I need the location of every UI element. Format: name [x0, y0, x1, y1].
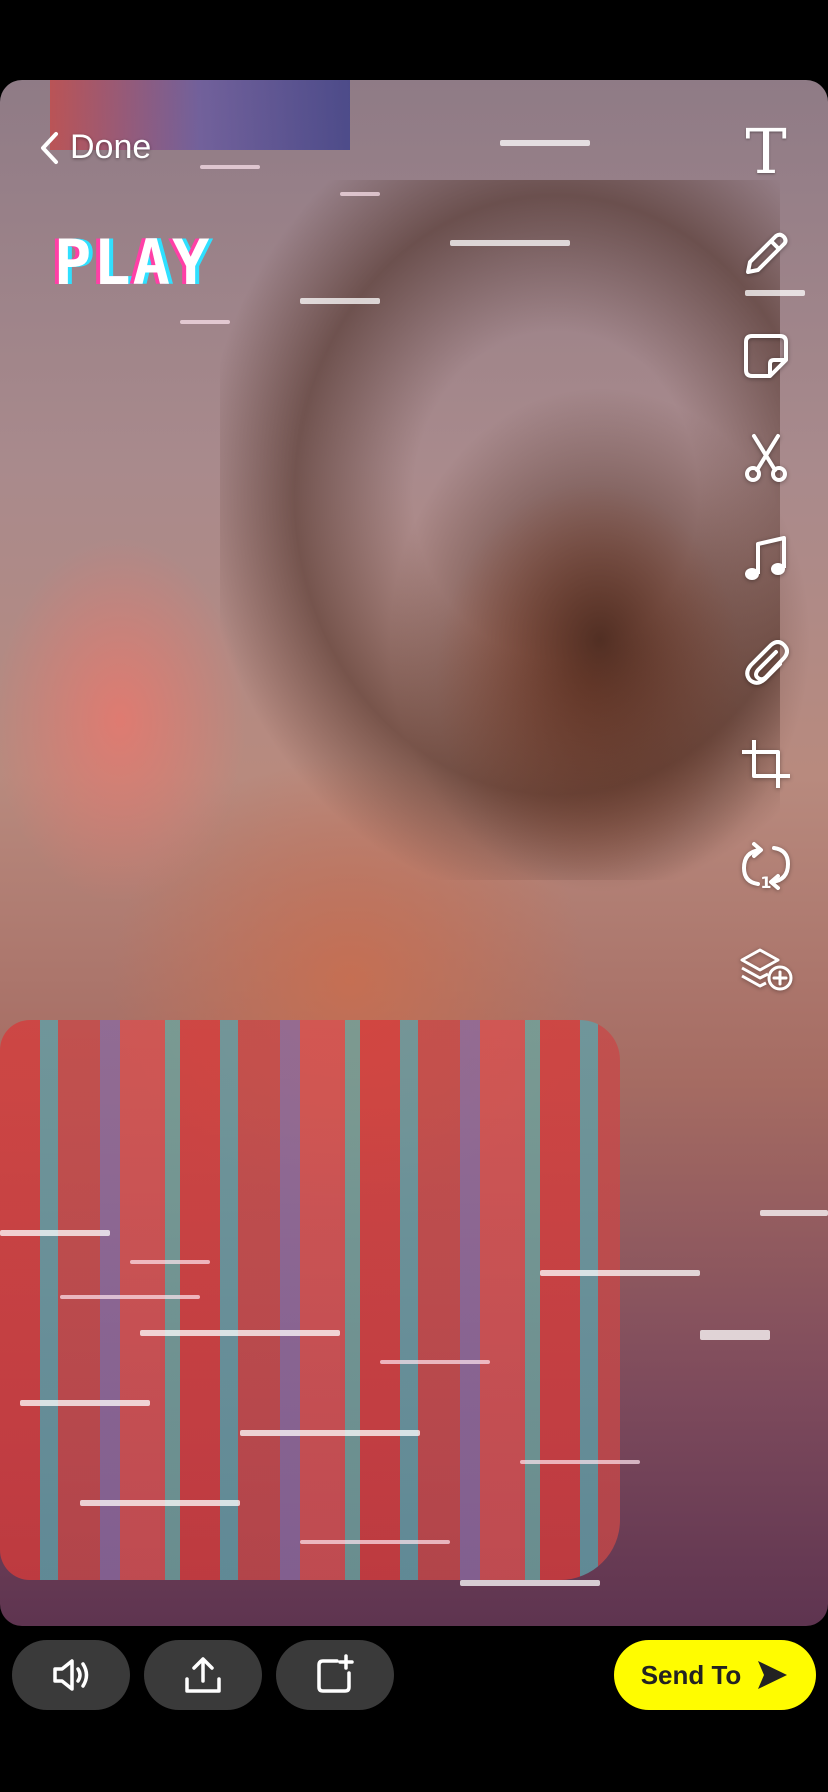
glitch-line: [80, 1500, 240, 1506]
attach-link-button[interactable]: [726, 622, 806, 702]
photo-detail: [220, 180, 780, 880]
glitch-line: [700, 1330, 770, 1340]
music-icon: [745, 536, 786, 580]
svg-text:1: 1: [760, 873, 771, 892]
glitch-line: [60, 1295, 200, 1299]
scissors-tool-button[interactable]: [726, 418, 806, 498]
glitch-line: [520, 1460, 640, 1464]
sound-toggle-button[interactable]: [12, 1640, 130, 1710]
text-tool-button[interactable]: T: [726, 112, 806, 192]
glitch-line: [240, 1430, 420, 1436]
glitch-line: [540, 1270, 700, 1276]
story-add-icon: [317, 1654, 354, 1693]
glitch-line: [130, 1260, 210, 1264]
sticker-icon: [744, 334, 788, 378]
glitch-line: [500, 140, 590, 146]
glitch-line: [450, 240, 570, 246]
done-button[interactable]: Done: [38, 128, 151, 167]
save-export-button[interactable]: [144, 1640, 262, 1710]
draw-tool-button[interactable]: [726, 214, 806, 294]
glitch-line: [140, 1330, 340, 1336]
photo-detail: [0, 1020, 620, 1580]
crop-tool-button[interactable]: [726, 724, 806, 804]
done-label: Done: [70, 128, 152, 166]
share-upload-icon: [185, 1657, 221, 1693]
glitch-line: [300, 1540, 450, 1544]
crop-icon: [742, 740, 790, 788]
layers-add-icon: [740, 948, 793, 991]
loop-icon: 1: [741, 842, 791, 892]
send-to-button[interactable]: Send To: [614, 1640, 816, 1710]
sticker-tool-button[interactable]: [726, 316, 806, 396]
play-sticker[interactable]: PLAY: [54, 226, 211, 299]
send-arrow-icon: [758, 1661, 788, 1689]
add-layer-button[interactable]: [726, 928, 806, 1008]
glitch-line: [200, 165, 260, 169]
paperclip-icon: [745, 640, 789, 685]
loop-tool-button[interactable]: 1: [726, 826, 806, 906]
pencil-icon: [746, 232, 788, 274]
glitch-line: [380, 1360, 490, 1364]
scissors-icon: [745, 434, 787, 482]
speaker-icon: [53, 1659, 89, 1691]
glitch-line: [460, 1580, 600, 1586]
send-to-label: Send To: [640, 1659, 742, 1690]
glitch-line: [300, 298, 380, 304]
add-to-story-button[interactable]: [276, 1640, 394, 1710]
glitch-line: [0, 1230, 110, 1236]
glitch-line: [760, 1210, 828, 1216]
glitch-line: [20, 1400, 150, 1406]
chevron-left-icon: [41, 131, 58, 164]
music-tool-button[interactable]: [726, 520, 806, 600]
glitch-line: [180, 320, 230, 324]
snap-photo: [0, 80, 828, 1626]
text-icon: T: [745, 115, 787, 188]
glitch-line: [340, 192, 380, 196]
